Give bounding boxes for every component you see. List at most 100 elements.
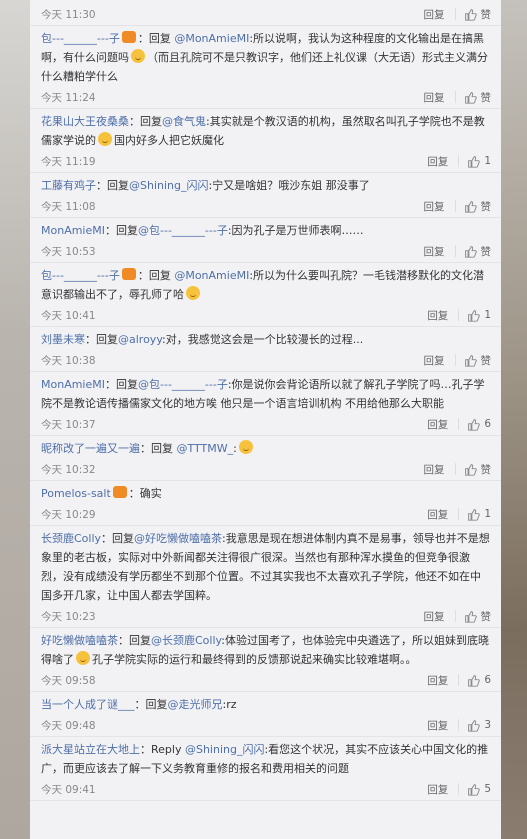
comment-timestamp: 今天 11:24 [41, 91, 96, 104]
action-divider [454, 245, 456, 257]
reply-button[interactable]: 回复 [424, 199, 445, 214]
like-button[interactable]: 5 [467, 783, 491, 796]
comment-username[interactable]: 刘墨未寒 [41, 333, 85, 346]
action-divider [458, 155, 460, 167]
comment-body: ：回复 [85, 333, 118, 346]
comment-username[interactable]: 当一个人成了谜___ [41, 698, 135, 711]
comment-actions: 回复 赞 [424, 462, 491, 477]
like-button[interactable]: 赞 [464, 199, 492, 214]
comment-body: :对，我感觉这会是一个比较漫长的过程... [162, 333, 364, 346]
comment-username[interactable]: Pomelos-salt [41, 487, 111, 500]
like-count: 赞 [480, 200, 492, 213]
reply-button[interactable]: 回复 [427, 417, 448, 432]
like-button[interactable]: 赞 [464, 462, 491, 477]
comment-timestamp: 今天 10:38 [41, 354, 96, 367]
comment-timestamp: 今天 10:23 [41, 610, 96, 623]
like-button[interactable]: 赞 [464, 90, 491, 105]
comment-username[interactable]: 昵称改了一遍又一遍 [41, 442, 140, 455]
mention-link[interactable]: @包---______---子 [138, 378, 228, 391]
comment-username[interactable]: 花果山大王夜桑桑 [41, 115, 129, 128]
comment-username[interactable]: 工藤有鸡子 [41, 179, 96, 192]
reply-button[interactable]: 回复 [424, 90, 445, 105]
comment-body: ：回复 [140, 442, 177, 455]
mention-link[interactable]: @alroyy [118, 333, 162, 346]
reply-button[interactable]: 回复 [424, 7, 445, 22]
thumbs-up-icon [467, 508, 481, 521]
action-divider [458, 783, 460, 795]
comment-body: ：回复 [134, 698, 168, 711]
mention-link[interactable]: @MonAmieMI [174, 32, 249, 45]
like-count: 3 [484, 719, 491, 731]
comment-meta: 今天 09:41 回复 5 [41, 778, 491, 800]
comment-body: ：回复 [137, 32, 175, 45]
comment-item: 今天 11:30 回复 赞 [30, 0, 501, 26]
like-button[interactable]: 赞 [464, 7, 491, 22]
reply-button[interactable]: 回复 [427, 507, 448, 522]
comment-username[interactable]: 包---______---子 [41, 269, 120, 282]
mention-link[interactable]: @TTTMW_ [177, 442, 234, 455]
user-badge-icon [121, 268, 136, 280]
like-count: 6 [484, 418, 491, 430]
reply-button[interactable]: 回复 [424, 244, 445, 259]
comment-item: MonAmieMI：回复@包---______---子:因为孔子是万世师表啊……… [30, 218, 501, 263]
thumbs-up-icon [464, 8, 477, 21]
like-button[interactable]: 1 [467, 155, 491, 168]
like-button[interactable]: 1 [467, 508, 491, 521]
like-count: 赞 [480, 354, 492, 367]
like-count: 5 [484, 783, 491, 795]
like-button[interactable]: 6 [467, 418, 491, 431]
comment-meta: 今天 11:19 回复 1 [41, 150, 491, 172]
mention-link[interactable]: @走光师兄 [168, 698, 223, 711]
reply-button[interactable]: 回复 [427, 308, 448, 323]
comment-username[interactable]: 包---______---子 [41, 32, 120, 45]
comment-body: :宁又是啥姐？哦沙东姐 那没事了 [208, 179, 370, 192]
comment-actions: 回复 赞 [424, 199, 492, 214]
smile-emoji-icon [76, 651, 90, 665]
comment-actions: 回复 1 [427, 154, 491, 169]
reply-button[interactable]: 回复 [427, 673, 448, 688]
comment-actions: 回复 赞 [424, 7, 491, 22]
reply-button[interactable]: 回复 [427, 718, 448, 733]
like-count: 1 [484, 508, 491, 520]
mention-link[interactable]: @食气鬼 [162, 115, 206, 128]
mention-link[interactable]: @长颈鹿Colly [151, 634, 221, 647]
reply-button[interactable]: 回复 [427, 154, 448, 169]
thumbs-up-icon [464, 610, 477, 623]
comment-text: 昵称改了一遍又一遍：回复 @TTTMW_: [41, 439, 491, 458]
reply-button[interactable]: 回复 [424, 353, 445, 368]
like-button[interactable]: 1 [467, 309, 491, 322]
comment-username[interactable]: 长颈鹿Colly [41, 532, 101, 545]
doge-emoji-icon [98, 132, 112, 146]
user-badge-icon [121, 31, 136, 43]
mention-link[interactable]: @MonAmieMI [174, 269, 249, 282]
comment-username[interactable]: 派大星站立在大地上 [41, 743, 140, 756]
comment-panel: 今天 11:30 回复赞包---______---子 ：回复 @MonAmieMI:… [30, 0, 501, 839]
comment-actions: 回复 赞 [424, 353, 492, 368]
comment-text: MonAmieMI：回复@包---______---子:你是说你会背论语所以就了… [41, 375, 491, 413]
comment-timestamp: 今天 10:29 [41, 508, 96, 521]
comment-body: ：回复 [96, 179, 129, 192]
like-button[interactable]: 赞 [464, 244, 491, 259]
comment-username[interactable]: 好吃懒做嗑嗑茶 [41, 634, 118, 647]
like-button[interactable]: 6 [467, 674, 491, 687]
reply-button[interactable]: 回复 [427, 782, 448, 797]
comment-body: : [233, 442, 237, 455]
comment-text: 派大星站立在大地上：Reply @Shining_闪闪:看您这个状况，其实不应该… [41, 740, 491, 778]
mention-link[interactable]: @包---______---子 [138, 224, 228, 237]
comment-username[interactable]: MonAmieMI [41, 224, 105, 237]
comment-meta: 今天 10:41 回复 1 [41, 304, 491, 326]
mention-link[interactable]: @Shining_闪闪 [185, 743, 265, 756]
reply-button[interactable]: 回复 [424, 609, 445, 624]
reply-button[interactable]: 回复 [424, 462, 445, 477]
comment-timestamp: 今天 10:41 [41, 309, 96, 322]
comment-body: ：回复 [129, 115, 162, 128]
like-button[interactable]: 赞 [464, 609, 491, 624]
comment-username[interactable]: MonAmieMI [41, 378, 105, 391]
comment-timestamp: 今天 09:48 [41, 719, 96, 732]
like-button[interactable]: 赞 [464, 353, 492, 368]
mention-link[interactable]: @好吃懒做嗑嗑茶 [134, 532, 222, 545]
thumbs-up-icon [464, 91, 477, 104]
comment-actions: 回复 1 [427, 507, 491, 522]
mention-link[interactable]: @Shining_闪闪 [129, 179, 209, 192]
like-button[interactable]: 3 [467, 719, 491, 732]
